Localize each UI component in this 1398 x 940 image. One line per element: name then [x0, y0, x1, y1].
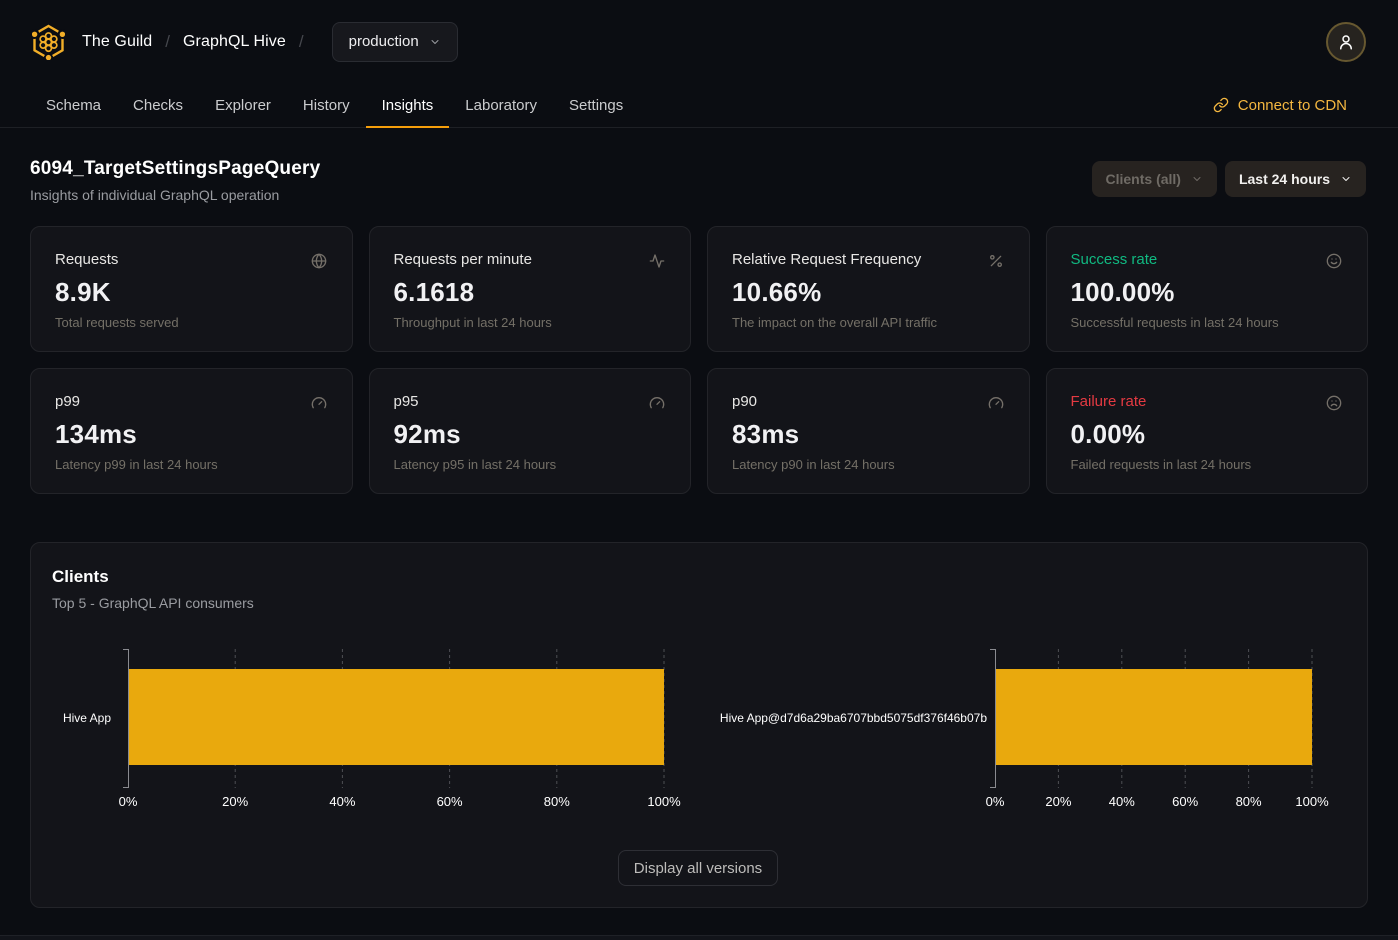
svg-text:100%: 100% [647, 794, 681, 809]
svg-text:80%: 80% [544, 794, 570, 809]
svg-text:100%: 100% [1295, 794, 1329, 809]
svg-text:0%: 0% [986, 794, 1005, 809]
svg-text:40%: 40% [329, 794, 355, 809]
svg-text:60%: 60% [437, 794, 463, 809]
svg-text:Hive App: Hive App [63, 711, 111, 725]
svg-text:0%: 0% [119, 794, 138, 809]
svg-text:20%: 20% [222, 794, 248, 809]
svg-text:Hive App@d7d6a29ba6707bbd5075d: Hive App@d7d6a29ba6707bbd5075df376f46b07… [720, 711, 987, 725]
svg-text:20%: 20% [1045, 794, 1071, 809]
svg-text:80%: 80% [1236, 794, 1262, 809]
svg-text:60%: 60% [1172, 794, 1198, 809]
svg-text:40%: 40% [1109, 794, 1135, 809]
